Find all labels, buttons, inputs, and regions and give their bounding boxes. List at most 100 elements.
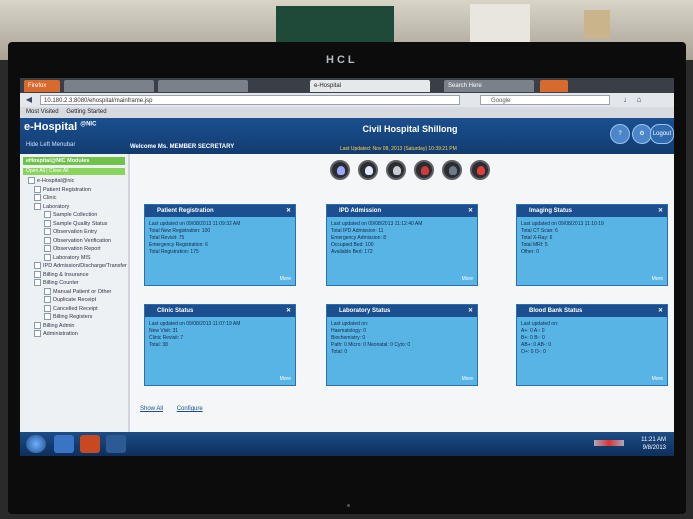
back-arrow-icon[interactable]: ◀ <box>24 95 34 105</box>
welcome-text: Welcome Ms. MEMBER SECRETARY <box>130 144 235 150</box>
tree-item[interactable]: Administration <box>20 330 128 339</box>
folder-icon <box>34 262 41 270</box>
panel-blood-bank-status: Blood Bank Status ✕ Last updated on: A+: 0… <box>516 304 668 386</box>
close-icon[interactable]: ✕ <box>658 305 663 317</box>
more-link[interactable]: More <box>652 276 663 282</box>
tree-item[interactable]: Sample Quality Status <box>20 219 128 229</box>
app-header: e-Hospital @NIC Hide Left Menubar Civil … <box>20 118 674 154</box>
firefox-icon[interactable] <box>80 435 100 453</box>
tree-item[interactable]: IPD Admission/Discharge/Transfer <box>20 262 128 271</box>
hospital-name: Civil Hospital Shillong <box>362 124 458 134</box>
more-link[interactable]: More <box>652 376 663 382</box>
page-icon <box>44 304 51 312</box>
windows-taskbar: 11:21 AM 9/8/2013 <box>20 432 674 456</box>
tree-item[interactable]: Observation Report <box>20 245 128 254</box>
browser-tab[interactable] <box>540 80 568 92</box>
page-icon <box>44 236 51 244</box>
monitor-brand: HCL <box>326 54 358 66</box>
folder-icon <box>34 185 41 193</box>
page-icon <box>44 287 51 295</box>
last-updated-text: Last Updated: Nov 08, 2013 (Saturday) 10… <box>340 146 457 152</box>
device-icon[interactable] <box>442 160 462 180</box>
tree-item[interactable]: Patient Registration <box>20 185 128 195</box>
sidebar-title: eHospital@NIC Modules <box>23 157 125 165</box>
lab-icon[interactable] <box>386 160 406 180</box>
bookmark-most-visited[interactable]: Most Visited <box>26 109 59 115</box>
page-icon <box>44 253 51 261</box>
close-icon[interactable]: ✕ <box>286 305 291 317</box>
tree-item[interactable]: Observation Entry <box>20 228 128 237</box>
navigation-bar: ◀ 10.180.2.3:8080/ehospital/mainframe.js… <box>20 93 674 107</box>
folder-icon <box>34 202 41 210</box>
tree-item[interactable]: Cancelled Receipt <box>20 304 128 314</box>
show-all-link[interactable]: Show All <box>140 406 163 412</box>
panel-laboratory-status: Laboratory Status ✕ Last updated on: Haema… <box>326 304 478 386</box>
tree-item[interactable]: Observation Verification <box>20 236 128 246</box>
bookmarks-bar: Most Visited Getting Started <box>20 107 674 118</box>
tree-item[interactable]: Sample Collection <box>20 211 128 220</box>
panel-imaging-status: Imaging Status ✕ Last updated on 09/08/20… <box>516 204 668 286</box>
clock: 11:21 AM 9/8/2013 <box>641 437 666 451</box>
folder-icon <box>28 177 35 185</box>
app-logo: e-Hospital @NIC <box>24 121 97 133</box>
hide-menubar-link[interactable]: Hide Left Menubar <box>26 142 75 148</box>
system-tray-icons[interactable] <box>594 440 624 446</box>
tree-item[interactable]: Duplicate Receipt <box>20 296 128 305</box>
ie-icon[interactable] <box>54 435 74 453</box>
left-sidebar: eHospital@NIC Modules Open All | Close A… <box>20 154 128 432</box>
tree-item[interactable]: Clinic <box>20 194 128 203</box>
tree-item[interactable]: Billing Registers <box>20 313 128 322</box>
more-link[interactable]: More <box>462 376 473 382</box>
home-icon[interactable]: ⌂ <box>634 95 644 105</box>
tree-item[interactable]: Billing & Insurance <box>20 270 128 280</box>
room-poster <box>584 10 610 38</box>
browser-tab-active[interactable]: e-Hospital <box>310 80 430 92</box>
start-button-icon[interactable] <box>26 435 46 453</box>
footer-links: Show All Configure <box>140 406 215 412</box>
module-tree: e-Hospital@nic Patient Registration Clin… <box>20 177 128 339</box>
browser-tab[interactable]: Search Here <box>444 80 534 92</box>
search-input[interactable]: Google <box>480 95 610 105</box>
tree-item[interactable]: Billing Admin <box>20 321 128 331</box>
page-icon <box>44 313 51 321</box>
browser-tab[interactable] <box>158 80 248 92</box>
firefox-menu-button[interactable]: Firefox <box>24 80 60 92</box>
bookmark-getting-started[interactable]: Getting Started <box>66 109 106 115</box>
tree-item[interactable]: Manual Patient or Other <box>20 287 128 297</box>
power-led <box>347 504 350 507</box>
close-icon[interactable]: ✕ <box>658 205 663 217</box>
help-icon[interactable]: ? <box>610 124 630 144</box>
logout-button[interactable]: Logout <box>650 124 674 144</box>
configure-link[interactable]: Configure <box>177 406 203 412</box>
folder-icon <box>34 330 41 338</box>
panel-ipd-admission: IPD Admission ✕ Last updated on 09/08/201… <box>326 204 478 286</box>
url-input[interactable]: 10.180.2.3:8080/ehospital/mainframe.jsp <box>40 95 460 105</box>
download-arrow-icon[interactable]: ↓ <box>620 95 630 105</box>
doctor-icon[interactable] <box>358 160 378 180</box>
tree-item[interactable]: e-Hospital@nic <box>20 177 128 186</box>
more-link[interactable]: More <box>280 276 291 282</box>
page-icon <box>44 228 51 236</box>
blood-icon[interactable] <box>414 160 434 180</box>
patient-icon[interactable] <box>330 160 350 180</box>
folder-icon <box>34 321 41 329</box>
explorer-icon[interactable] <box>106 435 126 453</box>
close-icon[interactable]: ✕ <box>468 305 473 317</box>
dashboard-main: Patient Registration ✕ Last updated on 09… <box>130 154 674 432</box>
screen: Firefox e-Hospital Search Here ◀ 10.180.… <box>20 78 674 456</box>
emergency-icon[interactable] <box>470 160 490 180</box>
more-link[interactable]: More <box>462 276 473 282</box>
tree-item[interactable]: Laboratory <box>20 202 128 212</box>
folder-icon <box>34 279 41 287</box>
more-link[interactable]: More <box>280 376 291 382</box>
panel-patient-registration: Patient Registration ✕ Last updated on 09… <box>144 204 296 286</box>
open-close-all-link[interactable]: Open All | Close All <box>23 168 125 175</box>
tree-item[interactable]: Laboratory MIS <box>20 253 128 263</box>
tree-item[interactable]: Billing Counter <box>20 279 128 288</box>
settings-icon[interactable]: ⚙ <box>632 124 652 144</box>
close-icon[interactable]: ✕ <box>286 205 291 217</box>
page-icon <box>44 211 51 219</box>
close-icon[interactable]: ✕ <box>468 205 473 217</box>
browser-tab[interactable] <box>64 80 154 92</box>
browser-tabbar: Firefox e-Hospital Search Here <box>20 78 674 93</box>
